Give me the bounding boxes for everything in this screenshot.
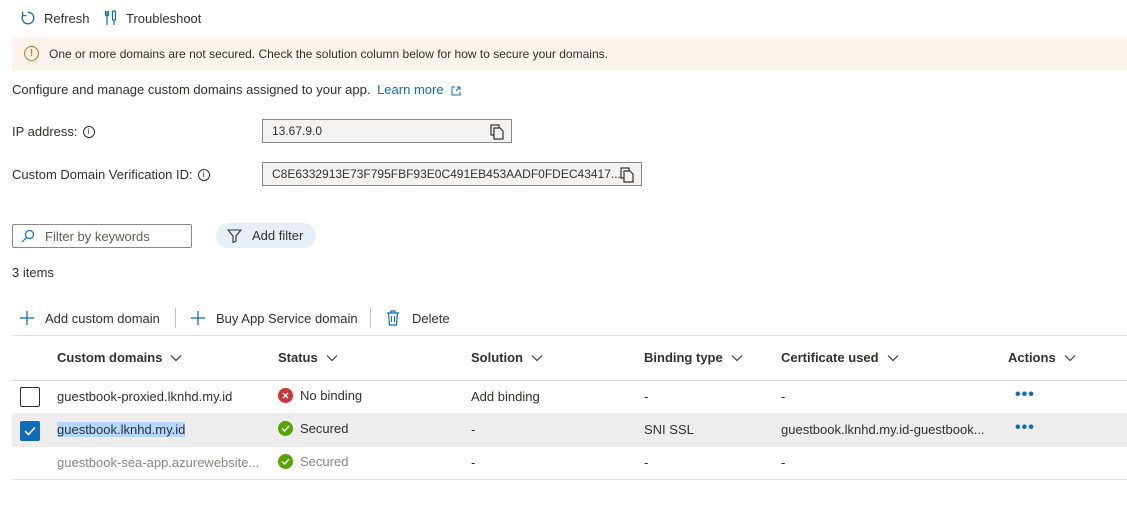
troubleshoot-icon — [104, 10, 117, 25]
add-binding-link[interactable]: Add binding — [471, 389, 540, 404]
more-actions-icon[interactable]: ••• — [1015, 387, 1035, 403]
column-header-custom-domains[interactable]: Custom domains — [57, 350, 182, 365]
info-icon: i — [197, 168, 210, 181]
learn-more-link[interactable]: Learn more — [377, 82, 461, 97]
column-header-binding-type[interactable]: Binding type — [644, 350, 743, 365]
solution-value: - — [471, 455, 476, 470]
binding-type-value: SNI SSL — [644, 422, 694, 437]
copy-icon[interactable] — [620, 167, 634, 183]
row-checkbox[interactable] — [20, 421, 40, 441]
checkmark-icon — [24, 426, 36, 436]
certificate-value: - — [781, 389, 786, 404]
filter-placeholder: Filter by keywords — [45, 228, 150, 244]
column-header-solution[interactable]: Solution — [471, 350, 543, 365]
warning-banner: ! One or more domains are not secured. C… — [12, 37, 1127, 70]
ip-address-field[interactable]: 13.67.9.0 — [262, 119, 512, 143]
filter-icon — [227, 228, 242, 243]
status-badge: No binding — [278, 388, 362, 403]
error-icon — [278, 388, 293, 403]
success-icon — [278, 454, 293, 469]
solution-value: - — [471, 422, 476, 437]
status-badge: Secured — [278, 454, 348, 469]
domain-name: guestbook-proxied.lknhd.my.id — [57, 389, 233, 404]
delete-button[interactable]: Delete — [386, 308, 450, 328]
plus-icon — [191, 311, 205, 325]
table-divider — [12, 335, 1127, 336]
verification-id-value: C8E6332913E73F795FBF93E0C491EB453AADF0FD… — [272, 167, 621, 181]
plus-icon — [20, 311, 34, 325]
domain-name: guestbook.lknhd.my.id — [57, 422, 186, 437]
warning-message: One or more domains are not secured. Che… — [49, 46, 608, 61]
troubleshoot-button[interactable]: Troubleshoot — [104, 8, 201, 28]
command-separator — [175, 308, 176, 328]
verification-id-label: Custom Domain Verification ID: i — [12, 167, 210, 182]
add-filter-button[interactable]: Add filter — [216, 223, 316, 248]
chevron-down-icon — [1064, 354, 1076, 361]
trash-icon — [387, 310, 399, 326]
troubleshoot-label: Troubleshoot — [126, 10, 202, 26]
items-count: 3 items — [12, 265, 54, 280]
refresh-icon — [21, 11, 35, 25]
certificate-value: guestbook.lknhd.my.id-guestbook... — [781, 422, 985, 437]
intro-text-container: Configure and manage custom domains assi… — [12, 82, 461, 97]
warning-icon: ! — [24, 46, 39, 61]
table-divider — [12, 479, 1127, 480]
more-actions-icon[interactable]: ••• — [1015, 420, 1035, 436]
column-header-actions[interactable]: Actions — [1008, 350, 1076, 365]
verification-id-field[interactable]: C8E6332913E73F795FBF93E0C491EB453AADF0FD… — [262, 162, 642, 186]
chevron-down-icon — [531, 354, 543, 361]
column-header-status[interactable]: Status — [278, 350, 338, 365]
ip-address-label: IP address: i — [12, 124, 95, 139]
ip-address-value: 13.67.9.0 — [272, 124, 323, 138]
row-checkbox[interactable] — [20, 387, 40, 407]
binding-type-value: - — [644, 455, 649, 470]
refresh-label: Refresh — [44, 10, 90, 26]
chevron-down-icon — [731, 354, 743, 361]
status-badge: Secured — [278, 421, 348, 436]
certificate-value: - — [781, 455, 786, 470]
buy-app-service-domain-button[interactable]: Buy App Service domain — [190, 308, 358, 328]
command-separator — [370, 308, 371, 328]
filter-input[interactable]: Filter by keywords — [12, 224, 192, 248]
column-header-certificate-used[interactable]: Certificate used — [781, 350, 899, 365]
copy-icon[interactable] — [490, 124, 504, 140]
chevron-down-icon — [887, 354, 898, 361]
info-icon: i — [82, 125, 95, 138]
add-filter-label: Add filter — [252, 228, 304, 243]
chevron-down-icon — [326, 354, 338, 361]
add-custom-domain-button[interactable]: Add custom domain — [19, 308, 160, 328]
intro-text: Configure and manage custom domains assi… — [12, 82, 371, 97]
external-link-icon — [451, 86, 461, 96]
search-icon — [21, 229, 35, 243]
binding-type-value: - — [644, 389, 649, 404]
refresh-button[interactable]: Refresh — [20, 8, 90, 28]
success-icon — [278, 421, 293, 436]
domain-name: guestbook-sea-app.azurewebsite... — [57, 455, 260, 470]
chevron-down-icon — [171, 354, 182, 361]
